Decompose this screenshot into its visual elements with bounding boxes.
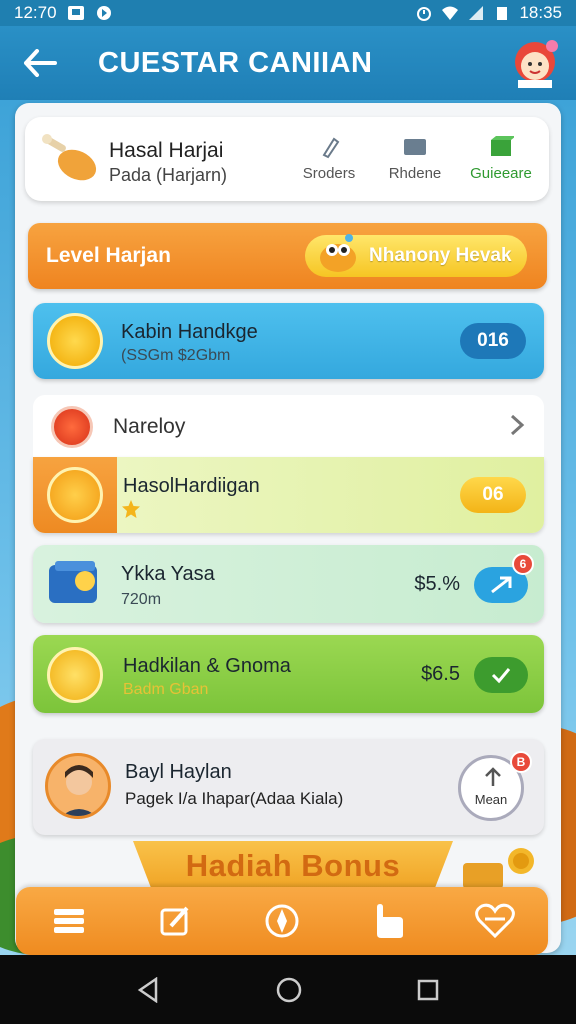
signal-icon bbox=[469, 6, 484, 20]
arrow-left-icon bbox=[24, 49, 57, 77]
hand-icon bbox=[377, 904, 404, 938]
list-item[interactable]: Hadkilan & Gnoma Badm Gban $6.5 bbox=[33, 635, 544, 713]
avatar bbox=[45, 753, 111, 819]
level-pill[interactable]: Nhanony Hevak bbox=[305, 234, 527, 277]
nav-recents-icon[interactable] bbox=[416, 978, 440, 1002]
mascot-icon bbox=[320, 234, 356, 272]
bonus-label: Hadiah Bonus bbox=[185, 848, 401, 883]
notification-badge: B bbox=[510, 751, 532, 773]
bottom-nav bbox=[16, 887, 548, 955]
tab-sroders[interactable]: Sroders bbox=[289, 135, 369, 182]
box-icon bbox=[491, 136, 514, 156]
level-pill-text: Nhanony Hevak bbox=[369, 245, 512, 266]
row-value: $6.5 bbox=[421, 663, 460, 685]
heart-icon bbox=[474, 903, 515, 939]
arrow-up-icon bbox=[485, 767, 501, 786]
section-header[interactable]: Nareloy bbox=[33, 395, 544, 457]
profile-avatar[interactable] bbox=[510, 34, 560, 88]
row-title: Ykka Yasa bbox=[121, 563, 215, 585]
section-title: Nareloy bbox=[113, 415, 186, 438]
check-icon bbox=[491, 668, 511, 684]
tab-label: Guieeare bbox=[470, 165, 532, 182]
chevron-right-icon bbox=[510, 414, 525, 436]
system-navigation bbox=[0, 955, 576, 1024]
person-icon bbox=[62, 765, 96, 816]
bonus-banner[interactable]: Hadiah Bonus bbox=[133, 841, 453, 891]
status-bar: 12:70 18:35 bbox=[0, 0, 576, 26]
send-icon bbox=[491, 576, 512, 594]
folder-icon bbox=[404, 139, 426, 155]
row-title: HasolHardiigan bbox=[123, 475, 260, 497]
value-pill: 06 bbox=[460, 477, 526, 513]
main-panel: Hasal Harjai Pada (Harjarn) Sroders Rhde… bbox=[15, 103, 561, 953]
wifi-icon bbox=[442, 6, 459, 20]
row-subtitle: (SSGm $2Gbm bbox=[121, 347, 231, 364]
nav-home-icon[interactable] bbox=[275, 976, 303, 1004]
nav-edit[interactable] bbox=[144, 893, 208, 949]
star-icon bbox=[122, 500, 140, 518]
page-title: CUESTAR CANIIAN bbox=[98, 46, 373, 79]
user-detail: Pagek I/a Ihapar(Adaa Kiala) bbox=[125, 789, 344, 808]
nav-compass[interactable] bbox=[250, 893, 314, 949]
notification-icon bbox=[67, 6, 84, 20]
user-action-label: Mean bbox=[474, 792, 508, 807]
header-title: Hasal Harjai bbox=[109, 139, 224, 162]
user-row[interactable]: Bayl Haylan Pagek I/a Ihapar(Adaa Kiala)… bbox=[33, 739, 544, 835]
row-subtitle: Badm Gban bbox=[123, 681, 209, 698]
row-value: $5.% bbox=[414, 573, 460, 595]
chicken-leg-icon bbox=[42, 134, 97, 181]
level-banner[interactable]: Level Harjan Nhanony Hevak bbox=[28, 223, 547, 289]
stopwatch-icon bbox=[51, 406, 93, 448]
coin-icon bbox=[47, 313, 103, 369]
nav-hand[interactable] bbox=[356, 893, 420, 949]
treasure-chest-icon bbox=[463, 848, 534, 889]
status-time: 12:70 bbox=[14, 3, 57, 22]
notification-badge: 6 bbox=[512, 553, 534, 575]
tab-label: Sroders bbox=[302, 165, 356, 182]
value-pill: 016 bbox=[460, 323, 526, 359]
tab-rhdene[interactable]: Rhdene bbox=[375, 135, 455, 182]
row-subtitle: 720m bbox=[121, 591, 162, 608]
tab-guieeare[interactable]: Guieeare bbox=[461, 135, 541, 182]
app-bar: CUESTAR CANIIAN bbox=[0, 26, 576, 100]
pencil-icon bbox=[322, 137, 340, 159]
action-button[interactable] bbox=[474, 657, 528, 693]
list-item[interactable]: Kabin Handkge (SSGm $2Gbm 016 bbox=[33, 303, 544, 379]
sun-coin-icon bbox=[47, 467, 103, 523]
wallet-icon bbox=[49, 561, 97, 603]
alarm-icon bbox=[417, 7, 432, 21]
tab-label: Rhdene bbox=[388, 165, 442, 182]
row-title: Kabin Handkge bbox=[121, 321, 258, 343]
compass-icon bbox=[265, 904, 299, 938]
back-button[interactable] bbox=[10, 33, 70, 93]
media-icon bbox=[96, 6, 111, 20]
list-item[interactable]: HasolHardiigan 06 bbox=[33, 457, 544, 533]
list-icon bbox=[54, 909, 85, 933]
nav-list[interactable] bbox=[37, 893, 101, 949]
row-title: Hadkilan & Gnoma bbox=[123, 655, 291, 677]
edit-icon bbox=[160, 906, 189, 936]
nav-heart[interactable] bbox=[463, 893, 527, 949]
battery-icon bbox=[497, 7, 508, 20]
header-subtitle: Pada (Harjarn) bbox=[109, 165, 228, 185]
user-name: Bayl Haylan bbox=[125, 761, 232, 783]
header-card: Hasal Harjai Pada (Harjarn) Sroders Rhde… bbox=[25, 117, 549, 201]
nav-back-icon[interactable] bbox=[136, 976, 162, 1003]
list-item[interactable]: Ykka Yasa 720m $5.% 6 bbox=[33, 545, 544, 623]
status-clock: 18:35 bbox=[519, 3, 562, 22]
dollar-coin-icon bbox=[47, 647, 103, 703]
level-label: Level Harjan bbox=[46, 244, 171, 267]
